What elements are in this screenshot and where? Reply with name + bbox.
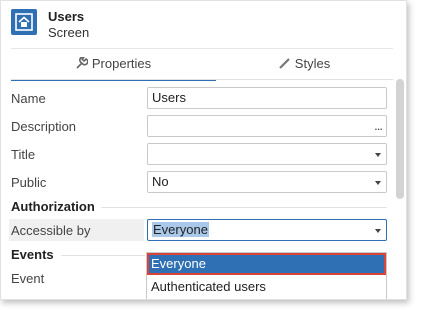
name-row: Name Users (11, 87, 387, 111)
home-icon (11, 9, 37, 35)
tab-properties-label: Properties (91, 56, 152, 71)
tab-styles[interactable]: Styles (216, 49, 393, 79)
public-value: No (152, 174, 169, 189)
section-divider (101, 207, 387, 208)
description-input[interactable]: ... (147, 115, 387, 137)
accessible-by-value: Everyone (152, 222, 209, 237)
event-label: Event (11, 271, 45, 286)
chevron-down-icon (375, 181, 381, 185)
accessible-by-dropdown: Everyone Authenticated users (146, 252, 387, 299)
title-row: Title (11, 143, 387, 167)
description-label: Description (11, 119, 77, 134)
name-label: Name (11, 91, 46, 106)
chevron-down-icon (375, 153, 381, 157)
accessible-by-select[interactable]: Everyone (147, 219, 387, 241)
screen-title: Users (48, 9, 85, 24)
option-authenticated-users[interactable]: Authenticated users (147, 276, 386, 298)
description-row: Description ... (11, 115, 387, 139)
chevron-down-icon (375, 229, 381, 233)
tab-bar: Properties Styles (11, 48, 393, 81)
accessible-by-label: Accessible by (11, 223, 91, 238)
wrench-icon (76, 50, 89, 80)
scrollbar-thumb[interactable] (396, 79, 404, 199)
tab-properties[interactable]: Properties (11, 49, 216, 81)
section-divider (61, 255, 145, 256)
ellipsis-button[interactable]: ... (374, 116, 383, 136)
brush-icon (279, 50, 291, 80)
title-select[interactable] (147, 143, 387, 165)
public-select[interactable]: No (147, 171, 387, 193)
accessible-by-row: Accessible by Everyone (11, 219, 387, 243)
option-everyone[interactable]: Everyone (147, 253, 386, 275)
tab-styles-label: Styles (294, 56, 331, 71)
public-row: Public No (11, 171, 387, 195)
tab-divider (11, 79, 393, 80)
authorization-section-title: Authorization (11, 199, 95, 214)
name-input[interactable]: Users (147, 87, 387, 109)
title-label: Title (11, 147, 36, 162)
properties-panel: Users Screen Properties Styles Name User… (0, 0, 407, 300)
events-section-title: Events (11, 247, 54, 262)
public-label: Public (11, 175, 47, 190)
screen-subtitle: Screen (48, 25, 90, 40)
